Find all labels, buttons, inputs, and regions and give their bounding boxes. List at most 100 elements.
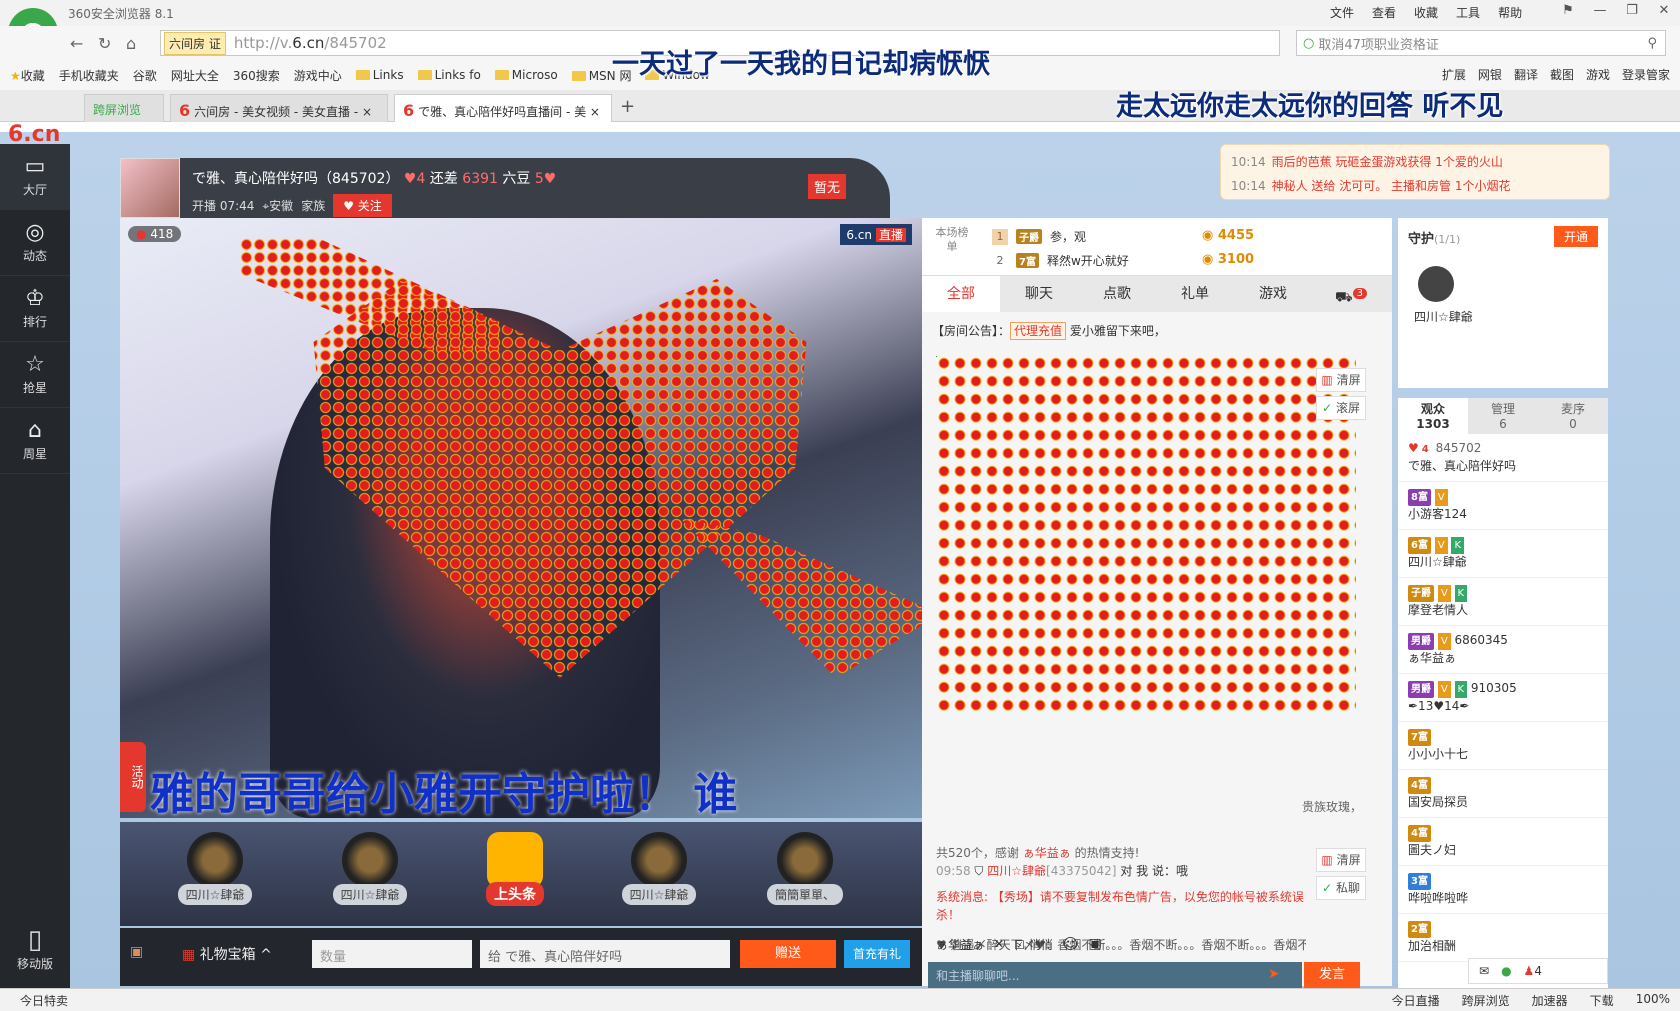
new-tab-button[interactable]: +	[620, 96, 635, 117]
list-item[interactable]: 男爵 V 6860345 ぁ华益ぁ	[1398, 626, 1608, 674]
bookmark-mobile[interactable]: 手机收藏夹	[59, 67, 119, 84]
search-icon[interactable]: ⚲	[1647, 36, 1657, 51]
guard-slot[interactable]: 四川☆肆爺	[160, 832, 270, 905]
tab-chat[interactable]: 聊天	[1000, 276, 1078, 312]
status-download[interactable]: 下载	[1590, 992, 1614, 1009]
gift-recipient-select[interactable]: 给 で雅、真心陪伴好吗	[480, 940, 730, 968]
status-zoom[interactable]: 100%	[1636, 992, 1670, 1009]
bookmark-games[interactable]: 游戏中心	[294, 67, 342, 84]
search-engine-icon[interactable]: ○	[1303, 36, 1314, 51]
tool-extensions[interactable]: 扩展	[1442, 66, 1466, 83]
tab-6cn-home[interactable]: 6 六间房 - 美女视频 - 美女直播 - ×	[170, 94, 388, 122]
guard-slot[interactable]: 四川☆肆爺	[604, 832, 714, 905]
bookmark-hao[interactable]: 网址大全	[171, 67, 219, 84]
maximize-button[interactable]: ❐	[1616, 0, 1648, 22]
guard-member-avatar[interactable]	[1418, 266, 1454, 302]
minimize-button[interactable]: —	[1584, 0, 1616, 22]
activity-tab[interactable]: 活动	[120, 742, 146, 812]
menu-favorites[interactable]: 收藏	[1414, 4, 1438, 21]
ok-icon[interactable]: ●	[1501, 964, 1511, 978]
tab-all[interactable]: 全部	[922, 276, 1000, 312]
tool-bank[interactable]: 网银	[1478, 66, 1502, 83]
gift-icon[interactable]: ▣	[130, 944, 143, 960]
video-player[interactable]: ● 418 6.cn 直播 雅的哥哥给小雅开守护啦！ 谁	[120, 218, 922, 818]
bookmark-360search[interactable]: 360搜索	[233, 67, 280, 84]
rank-row[interactable]: 2 7富 释然w开心就好	[992, 252, 1129, 269]
tool-games[interactable]: 游戏	[1586, 66, 1610, 83]
tab-mic-queue[interactable]: 麦序 0	[1538, 398, 1608, 434]
emoji-icon[interactable]: ☺	[1063, 935, 1079, 953]
quiet-checkbox[interactable]: ☑ 悄悄	[1014, 936, 1053, 953]
tab-games[interactable]: 游戏	[1234, 276, 1312, 312]
clear-screen-button-2[interactable]: ▥ 清屏	[1316, 848, 1366, 872]
send-message-button[interactable]: 发言	[1304, 962, 1360, 988]
bookmark-microsoft[interactable]: Microso	[494, 68, 558, 82]
list-item[interactable]: ♥ 4 845702 で雅、真心陪伴好吗	[1398, 434, 1608, 482]
list-item[interactable]: 6富 V K 四川☆肆爺	[1398, 530, 1608, 578]
close-icon[interactable]: ✕	[994, 937, 1004, 951]
rank-row[interactable]: 1 子爵 参，观	[992, 228, 1086, 245]
tab-gift-list[interactable]: 礼单	[1156, 276, 1234, 312]
back-arrow-icon[interactable]: ←	[70, 34, 83, 53]
menu-view[interactable]: 查看	[1372, 4, 1396, 21]
open-guard-button[interactable]: 开通	[1553, 226, 1598, 247]
url-text[interactable]: http://v.6.cn/845702	[234, 34, 387, 52]
tool-screenshot[interactable]: 截图	[1550, 66, 1574, 83]
sidebar-item-feed[interactable]: ◎ 动态	[0, 210, 70, 276]
sidebar-item-star[interactable]: ☆ 抢星	[0, 342, 70, 408]
send-arrow-icon[interactable]: ➤	[1268, 966, 1280, 982]
search-input[interactable]: ○ 取消47项职业资格证 ⚲	[1296, 30, 1666, 56]
home-icon[interactable]: ⌂	[126, 34, 136, 53]
list-item[interactable]: 3富 哗啦哗啦哗	[1398, 866, 1608, 914]
refresh-icon[interactable]: ↻	[98, 34, 111, 53]
chat-target[interactable]: ぁ华益ぁ	[936, 936, 984, 953]
sidebar-item-rank[interactable]: ♔ 排行	[0, 276, 70, 342]
agent-charge-link[interactable]: 代理充值	[1010, 322, 1067, 340]
guard-slot[interactable]: 四川☆肆爺	[315, 832, 425, 905]
guard-member-name[interactable]: 四川☆肆爺	[1414, 308, 1473, 325]
list-item[interactable]: 4富 圖夫ノ妇	[1398, 818, 1608, 866]
menu-file[interactable]: 文件	[1330, 4, 1354, 21]
status-deals[interactable]: 今日特卖	[20, 992, 68, 1009]
sidebar-item-hall[interactable]: ▭ 大厅	[0, 144, 70, 210]
tab-car[interactable]: ⛟ 3	[1312, 276, 1390, 312]
tab-song[interactable]: 点歌	[1078, 276, 1156, 312]
bookmark-links-fo[interactable]: Links fo	[417, 68, 481, 82]
private-chat-button[interactable]: ✓ 私聊	[1316, 876, 1366, 900]
list-item[interactable]: 4富 国安局探员	[1398, 770, 1608, 818]
status-live[interactable]: 今日直播	[1392, 992, 1440, 1009]
tab-audience[interactable]: 观众 1303	[1398, 398, 1468, 434]
mail-icon[interactable]: ✉	[1479, 964, 1489, 978]
tab-cross-screen[interactable]: 跨屏浏览	[84, 94, 164, 122]
clear-screen-button[interactable]: ▥ 清屏	[1316, 368, 1366, 392]
list-item[interactable]: 子爵 V K 摩登老情人	[1398, 578, 1608, 626]
tab-admins[interactable]: 管理 6	[1468, 398, 1538, 434]
pin-icon[interactable]: ⚑	[1552, 0, 1584, 22]
site-zone-badge[interactable]: 六间房 证	[164, 31, 226, 55]
quantity-input[interactable]: 数量	[312, 940, 472, 968]
list-item[interactable]: 8富 V 小游客124	[1398, 482, 1608, 530]
tool-translate[interactable]: 翻译	[1514, 66, 1538, 83]
list-item[interactable]: 2富 加治相酬	[1398, 914, 1608, 962]
tab-live-room[interactable]: 6 で雅、真心陪伴好吗直播间 - 美 ×	[394, 94, 612, 122]
gift-box-button[interactable]: ▦ 礼物宝箱 ^	[182, 944, 272, 964]
bookmark-favorites[interactable]: ★收藏	[10, 67, 45, 84]
menu-tools[interactable]: 工具	[1456, 4, 1480, 21]
sidebar-item-weekly[interactable]: ⌂ 周星	[0, 408, 70, 474]
status-accelerator[interactable]: 加速器	[1532, 992, 1568, 1009]
menu-help[interactable]: 帮助	[1498, 4, 1522, 21]
headline-button[interactable]: 上头条	[460, 832, 570, 906]
user-count[interactable]: ♟4	[1524, 964, 1542, 978]
anchor-avatar[interactable]	[120, 158, 180, 218]
status-cross-screen[interactable]: 跨屏浏览	[1462, 992, 1510, 1009]
scroll-lock-button[interactable]: ✓ 滚屏	[1316, 396, 1366, 420]
mobile-version-link[interactable]: ▯ 移动版	[0, 925, 70, 972]
chat-input[interactable]: 和主播聊聊吧...	[928, 962, 1302, 988]
image-icon[interactable]: ▣	[1088, 936, 1101, 952]
guard-slot[interactable]: 簡簡單單、	[750, 832, 860, 905]
close-button[interactable]: ✕	[1648, 0, 1680, 22]
bookmark-links[interactable]: Links	[355, 68, 404, 82]
follow-button[interactable]: ♥ 关注	[333, 194, 392, 217]
list-item[interactable]: 男爵 V K 910305 ✒13♥14✒	[1398, 674, 1608, 722]
rank-head[interactable]: 本场榜单	[934, 226, 970, 254]
